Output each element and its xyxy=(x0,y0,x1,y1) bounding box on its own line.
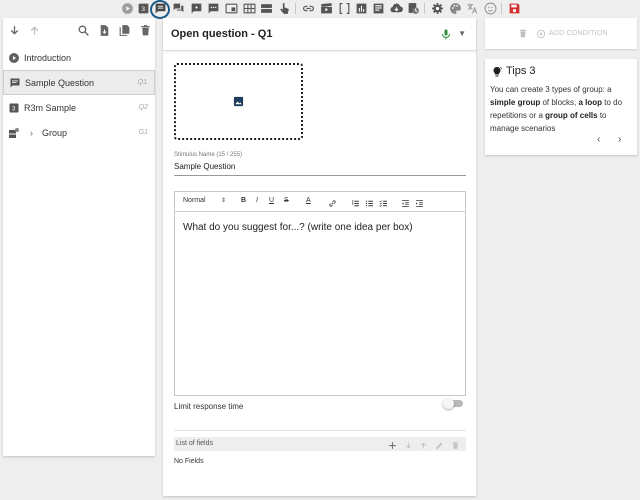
ordered-list-icon[interactable] xyxy=(351,197,360,207)
format-select[interactable]: Normal xyxy=(183,197,206,204)
question-header: Open question - Q1 ▼ xyxy=(163,18,476,51)
editor-toolbar: Normal ⇕ B I U S A xyxy=(175,192,465,212)
tips-text: You can create 3 types of group: a simpl… xyxy=(490,85,623,133)
block-item-sample-question[interactable]: Sample Question Q1 xyxy=(3,70,155,95)
indent-icon[interactable] xyxy=(415,197,424,207)
grid-icon[interactable] xyxy=(243,2,256,15)
svg-text:3: 3 xyxy=(141,6,145,13)
condition-bar: ADD CONDITION xyxy=(485,18,637,49)
tips-card: Tips 3 You can create 3 types of group: … xyxy=(485,59,637,155)
r3m-icon: 3 xyxy=(8,102,20,114)
fields-header: List of fields xyxy=(174,437,466,451)
move-up-icon[interactable] xyxy=(419,439,428,449)
media-icon[interactable] xyxy=(225,2,238,15)
fields-title: List of fields xyxy=(176,440,213,447)
block-code: Q1 xyxy=(137,79,147,86)
limit-response-label: Limit response time xyxy=(174,402,244,411)
block-code: G1 xyxy=(138,129,148,136)
strike-button[interactable]: S xyxy=(284,197,289,204)
search-icon[interactable] xyxy=(76,23,90,37)
settings-icon[interactable] xyxy=(431,2,444,15)
introduction-icon[interactable] xyxy=(121,2,134,15)
toolbar-divider xyxy=(501,3,502,14)
move-down-icon[interactable] xyxy=(404,439,413,449)
toggle-knob[interactable] xyxy=(443,398,454,409)
quota-icon[interactable] xyxy=(407,2,420,15)
text-color-button[interactable]: A xyxy=(306,197,311,204)
question-text-input[interactable]: What do you suggest for...? (write one i… xyxy=(183,222,413,233)
chat-icon[interactable] xyxy=(172,2,185,15)
tips-next-button[interactable]: › xyxy=(618,134,621,145)
link-icon[interactable] xyxy=(302,2,315,15)
bold-button[interactable]: B xyxy=(241,197,246,204)
group-icon xyxy=(8,127,20,139)
split-icon[interactable] xyxy=(260,2,273,15)
image-upload-area[interactable] xyxy=(174,63,303,140)
toolbar-divider xyxy=(424,3,425,14)
checklist-icon[interactable] xyxy=(379,197,388,207)
bullet-list-icon[interactable] xyxy=(365,197,374,207)
question-editor-panel: Open question - Q1 ▼ Stimulus Name (15 /… xyxy=(163,18,476,496)
block-item-r3m-sample[interactable]: 3 R3m Sample Q2 xyxy=(3,95,155,120)
underline-button[interactable]: U xyxy=(269,197,274,204)
microphone-icon[interactable] xyxy=(440,28,452,41)
block-list-panel: Introduction Sample Question Q1 3 R3m Sa… xyxy=(3,18,155,456)
tips-prev-button[interactable]: ‹ xyxy=(597,134,600,145)
section-divider xyxy=(174,430,466,431)
arrow-down-icon[interactable] xyxy=(7,23,21,37)
page-title: Open question - Q1 xyxy=(171,28,273,40)
clapper-icon[interactable] xyxy=(320,2,333,15)
block-label: Group xyxy=(42,127,68,138)
add-circle-icon[interactable] xyxy=(536,28,546,39)
no-fields-text: No Fields xyxy=(174,458,204,465)
import-icon[interactable] xyxy=(97,23,111,37)
chevron-right-icon[interactable]: › xyxy=(30,128,33,138)
toolbar-divider xyxy=(295,3,296,14)
duplicate-icon[interactable] xyxy=(117,23,131,37)
stimulus-underline xyxy=(174,175,466,176)
delete-condition-icon[interactable] xyxy=(518,28,528,39)
image-icon xyxy=(233,96,244,107)
select-arrows-icon[interactable]: ⇕ xyxy=(221,197,226,204)
block-item-group[interactable]: › Group G1 xyxy=(3,120,155,145)
tips-title: Tips 3 xyxy=(506,65,536,77)
block-label: R3m Sample xyxy=(24,102,77,113)
brackets-icon[interactable] xyxy=(338,2,351,15)
link-icon[interactable] xyxy=(328,197,337,207)
stimulus-name-label: Stimulus Name (15 / 255) xyxy=(174,152,243,158)
block-label: Sample Question xyxy=(25,77,95,88)
rich-text-editor: Normal ⇕ B I U S A What do you suggest f… xyxy=(174,191,466,396)
delete-icon[interactable] xyxy=(451,439,460,449)
play-circle-icon xyxy=(8,52,20,64)
block-item-introduction[interactable]: Introduction xyxy=(3,45,155,70)
emoji-icon[interactable] xyxy=(484,2,497,15)
save-icon[interactable] xyxy=(508,2,521,15)
chart-icon[interactable] xyxy=(355,2,368,15)
block-code: Q2 xyxy=(138,104,148,111)
document-icon[interactable] xyxy=(372,2,385,15)
add-condition-button[interactable]: ADD CONDITION xyxy=(549,30,608,37)
italic-button[interactable]: I xyxy=(256,197,258,204)
edit-icon[interactable] xyxy=(435,439,444,449)
add-field-icon[interactable] xyxy=(388,439,397,449)
cloud-download-icon[interactable] xyxy=(390,2,403,15)
block-list-toolbar xyxy=(3,18,155,44)
top-toolbar: 3 xyxy=(0,0,640,19)
stimulus-name-input[interactable]: Sample Question xyxy=(174,162,235,171)
translate-icon[interactable] xyxy=(466,2,479,15)
r3m-icon[interactable]: 3 xyxy=(137,2,150,15)
message-icon[interactable] xyxy=(190,2,203,15)
arrow-up-icon[interactable] xyxy=(27,23,41,37)
block-label: Introduction xyxy=(24,52,72,63)
pointer-icon[interactable] xyxy=(278,2,291,15)
open-question-icon[interactable] xyxy=(154,2,167,15)
message-icon xyxy=(9,77,21,89)
dialog-icon[interactable] xyxy=(207,2,220,15)
chevron-down-icon[interactable]: ▼ xyxy=(458,29,466,38)
delete-icon[interactable] xyxy=(138,23,152,37)
lightbulb-icon xyxy=(491,66,503,78)
palette-icon[interactable] xyxy=(449,2,462,15)
outdent-icon[interactable] xyxy=(401,197,410,207)
